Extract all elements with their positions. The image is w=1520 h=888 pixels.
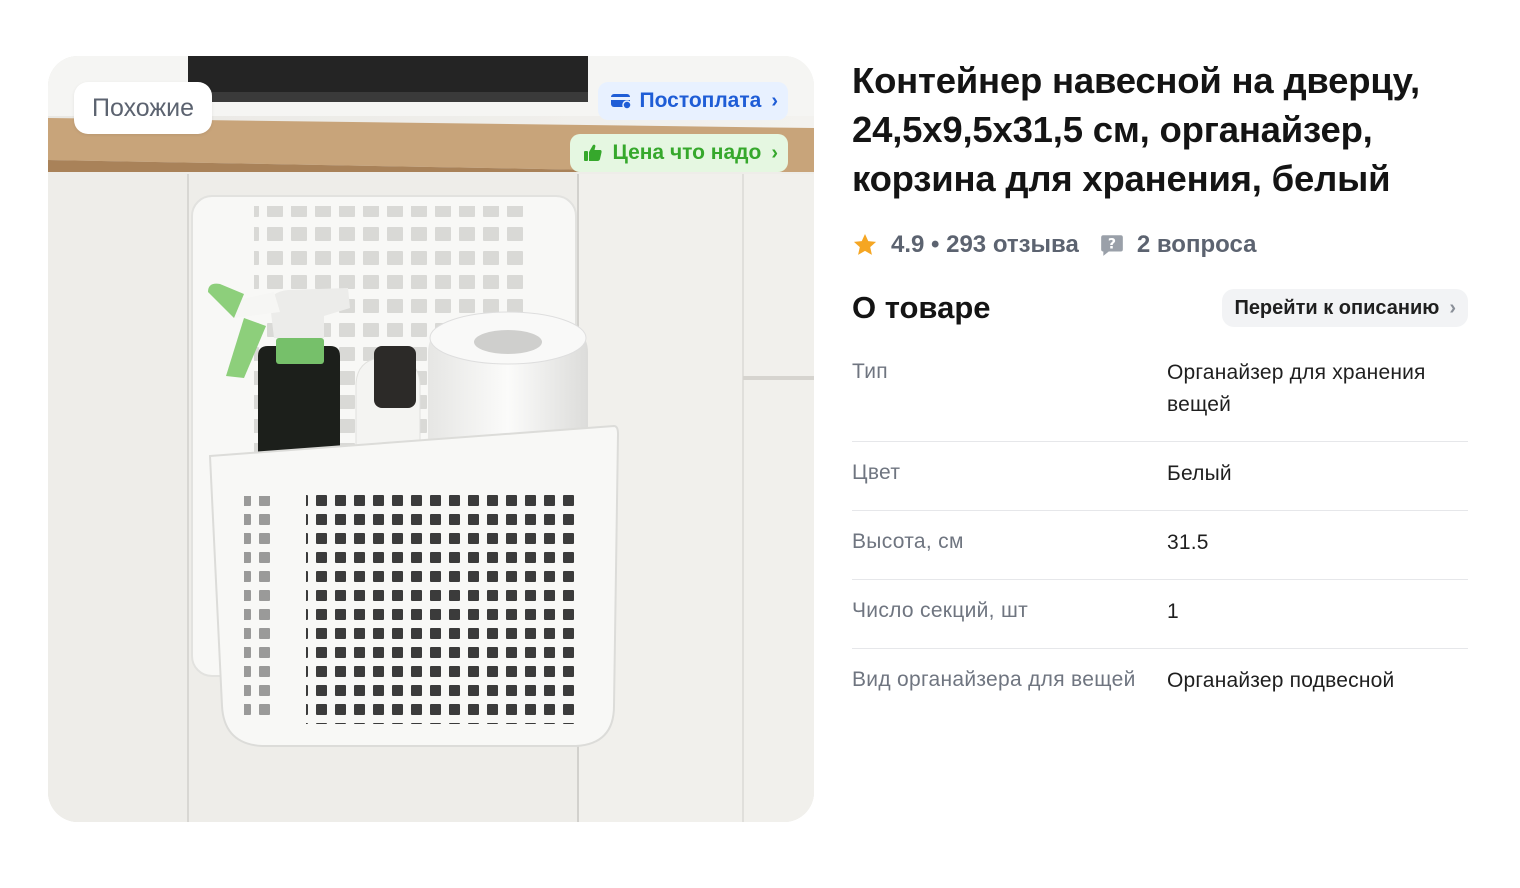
about-header: О товаре Перейти к описанию › [852, 289, 1472, 327]
spec-value: 31.5 [1167, 531, 1209, 554]
good-price-label: Цена что надо [612, 141, 762, 164]
star-icon [853, 233, 877, 255]
postpay-label: Постоплата [639, 89, 762, 112]
product-title: Контейнер навесной на дверцу, 24,5х9,5х3… [852, 60, 1420, 199]
rating-row: 4.9 • 293 отзыва ? 2 вопроса [852, 231, 1472, 259]
questions-link[interactable]: 2 вопроса [1137, 231, 1257, 259]
spec-value: Белый [1167, 462, 1232, 485]
svg-text:?: ? [1108, 236, 1116, 252]
similar-label: Похожие [92, 93, 195, 122]
spec-value: Органайзер подвесной [1167, 669, 1395, 692]
go-to-description-label: Перейти к описанию [1234, 296, 1440, 319]
product-image-gallery[interactable]: Похожие Постоплата › Цена что надо › [48, 56, 814, 822]
spec-key: Высота, см [852, 530, 964, 553]
product-info: Контейнер навесной на дверцу, 24,5х9,5х3… [852, 56, 1472, 717]
good-price-badge[interactable]: Цена что надо › [570, 134, 788, 172]
spec-row: Число секций, шт 1 [852, 580, 1468, 649]
chevron-right-icon: › [771, 89, 778, 112]
spec-key: Вид органайзера для вещей [852, 668, 1136, 691]
chevron-right-icon: › [771, 141, 778, 164]
chevron-right-icon: › [1449, 296, 1456, 319]
go-to-description-button[interactable]: Перейти к описанию › [1222, 289, 1468, 327]
about-title: О товаре [852, 290, 991, 325]
spec-row: Вид органайзера для вещей Органайзер под… [852, 649, 1468, 717]
spec-key: Цвет [852, 461, 901, 484]
spec-key: Тип [852, 360, 888, 383]
spec-key: Число секций, шт [852, 599, 1029, 622]
thumbs-up-icon [582, 142, 604, 164]
card-icon [610, 90, 632, 112]
rating-reviews-link[interactable]: 4.9 • 293 отзыва [891, 231, 1079, 259]
spec-table: Тип Органайзер для хранения вещей Цвет Б… [852, 341, 1468, 717]
spec-row: Цвет Белый [852, 442, 1468, 511]
postpay-badge[interactable]: Постоплата › [597, 82, 788, 120]
spec-row: Высота, см 31.5 [852, 511, 1468, 580]
spec-value: 1 [1167, 600, 1179, 623]
question-icon: ? [1101, 235, 1123, 256]
spec-value: Органайзер для хранения вещей [1167, 361, 1426, 416]
similar-button[interactable]: Похожие [74, 82, 213, 134]
spec-row: Тип Органайзер для хранения вещей [852, 341, 1468, 442]
